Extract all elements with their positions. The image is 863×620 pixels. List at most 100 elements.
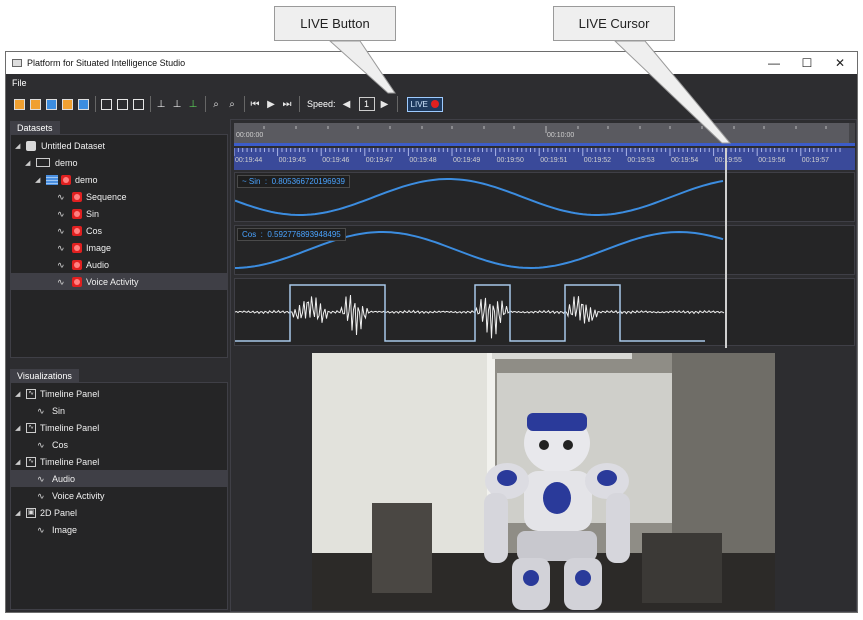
tree-node-stream[interactable]: ∿ Audio [11, 256, 227, 273]
timeline-panel-icon: ∿ [26, 422, 36, 433]
toolbar-separator [244, 96, 245, 112]
zoom-to-session-icon[interactable]: ⌕ [209, 97, 223, 111]
speed-value: 1 [358, 97, 375, 111]
tab-label: Visualizations [17, 370, 72, 381]
move-to-start-icon[interactable]: ⏮ [248, 97, 262, 111]
collapse-icon[interactable]: ◢ [35, 176, 43, 184]
node-label: Voice Activity [86, 276, 139, 287]
recording-icon [72, 259, 82, 270]
decrease-speed-icon[interactable]: ◀ [340, 97, 354, 111]
add-timeline-panel-icon[interactable] [99, 97, 113, 111]
visualizer-wave-icon: ∿ [37, 524, 45, 535]
stream-wave-icon: ∿ [57, 242, 65, 253]
collapse-icon[interactable]: ◢ [15, 458, 23, 466]
live-button[interactable]: LIVE [406, 96, 443, 112]
recording-icon [72, 191, 82, 202]
timeline-tick-label: 00:19:51 [540, 157, 568, 164]
live-button-label: LIVE [410, 99, 428, 109]
timeline-tick-label: 00:19:55 [714, 157, 742, 164]
toolbar-separator [95, 96, 96, 112]
tree-node-stream[interactable]: ∿ Sequence [11, 188, 227, 205]
timeline-tick-label: 00:19:54 [671, 157, 699, 164]
tab-datasets[interactable]: Datasets [10, 121, 60, 134]
collapse-icon[interactable]: ◢ [15, 509, 23, 517]
audio-timeline-panel[interactable] [234, 278, 855, 346]
sin-timeline-panel[interactable]: ~ Sin : 0.805366720196939 [234, 172, 855, 222]
toolbar-separator [150, 96, 151, 112]
menu-file[interactable]: File [12, 78, 27, 88]
timeline-tick-label: 00:19:48 [409, 157, 437, 164]
visualizer-wave-icon: ∿ [37, 439, 45, 450]
timeline-tick-label: 00:19:52 [583, 157, 612, 164]
add-3d-panel-icon[interactable] [131, 97, 145, 111]
tree-node-visualizer[interactable]: ∿ Sin [11, 402, 227, 419]
zoom-to-selection-icon[interactable]: ⌕ [225, 97, 239, 111]
speed-label: Speed: [307, 99, 336, 109]
navigator-strip[interactable]: 00:00:00 00:10:00 [234, 123, 855, 146]
recording-icon [72, 225, 82, 236]
tree-node-visualizer[interactable]: ∿ Image [11, 521, 227, 538]
tree-node-2d-panel[interactable]: ◢ ▣ 2D Panel [11, 504, 227, 521]
live-indicator-icon [430, 100, 439, 108]
tree-node-visualizer[interactable]: ∿ Voice Activity [11, 487, 227, 504]
recording-icon [61, 174, 71, 185]
stream-wave-icon: ∿ [57, 225, 65, 236]
app-window: Platform for Situated Intelligence Studi… [5, 51, 858, 613]
tree-node-timeline-panel[interactable]: ◢ ∿ Timeline Panel [11, 385, 227, 402]
move-to-end-icon[interactable]: ⏭ [280, 97, 294, 111]
maximize-button[interactable]: ☐ [790, 52, 824, 74]
tree-node-stream-selected[interactable]: ∿ Voice Activity [11, 273, 227, 290]
node-label: Cos [86, 225, 103, 236]
sin-legend: ~ Sin : 0.805366720196939 [237, 175, 350, 188]
collapse-icon[interactable]: ◢ [15, 424, 23, 432]
save-dataset-icon[interactable] [44, 97, 58, 111]
node-label: Timeline Panel [40, 422, 100, 433]
navigator-mid-label: 00:10:00 [547, 132, 575, 139]
play-icon[interactable]: ▶ [264, 97, 278, 111]
tree-node-stream[interactable]: ∿ Image [11, 239, 227, 256]
recording-icon [72, 242, 82, 253]
collapse-icon[interactable]: ◢ [15, 142, 23, 150]
tree-node-dataset[interactable]: ◢ Untitled Dataset [11, 137, 227, 154]
close-button[interactable]: ✕ [823, 52, 857, 74]
stream-wave-icon: ∿ [57, 208, 65, 219]
collapse-icon[interactable]: ◢ [25, 159, 33, 167]
selection-end-icon[interactable]: ⊥ [186, 97, 200, 111]
tree-node-session[interactable]: ◢ demo [11, 171, 227, 188]
node-label: Sequence [86, 191, 127, 202]
navigator-range-bar [234, 143, 855, 146]
add-2d-panel-icon[interactable] [115, 97, 129, 111]
callout-text: LIVE Cursor [578, 16, 650, 31]
live-cursor[interactable] [725, 148, 727, 348]
toolbar-separator [396, 96, 398, 112]
datasets-tree: ◢ Untitled Dataset ◢ demo ◢ demo ∿ Seque… [10, 134, 228, 358]
open-dataset-icon[interactable] [28, 97, 42, 111]
tree-node-stream[interactable]: ∿ Cos [11, 222, 227, 239]
increase-speed-icon[interactable]: ▶ [378, 97, 392, 111]
tab-visualizations[interactable]: Visualizations [10, 369, 79, 382]
camera-image [312, 353, 775, 610]
cos-timeline-panel[interactable]: Cos : 0.592776893948495 [234, 225, 855, 275]
timeline-ruler[interactable]: 00:19:44 00:19:45 00:19:46 00:19:47 00:19:48… [234, 148, 855, 170]
toolbar: ⊥ ⊥ ⊥ ⌕ ⌕ ⏮ ▶ ⏭ Speed: ◀ 1 ▶ LIVE [6, 91, 857, 117]
timeline-panel-icon: ∿ [26, 388, 36, 399]
tree-node-timeline-panel[interactable]: ◢ ∿ Timeline Panel [11, 419, 227, 436]
app-icon [12, 59, 22, 67]
save-layout-icon[interactable] [76, 97, 90, 111]
tree-node-partition[interactable]: ◢ demo [11, 154, 227, 171]
tree-node-visualizer-selected[interactable]: ∿ Audio [11, 470, 227, 487]
node-label: demo [55, 157, 78, 168]
collapse-icon[interactable]: ◢ [15, 390, 23, 398]
timeline-tick-label: 00:19:50 [496, 157, 524, 164]
tree-node-visualizer[interactable]: ∿ Cos [11, 436, 227, 453]
minimize-button[interactable]: — [757, 52, 791, 74]
window-title: Platform for Situated Intelligence Studi… [27, 58, 186, 68]
new-dataset-icon[interactable] [12, 97, 26, 111]
open-layout-icon[interactable] [60, 97, 74, 111]
selection-start-icon[interactable]: ⊥ [170, 97, 184, 111]
tree-node-timeline-panel[interactable]: ◢ ∿ Timeline Panel [11, 453, 227, 470]
tree-node-stream[interactable]: ∿ Sin [11, 205, 227, 222]
image-2d-panel[interactable] [234, 350, 855, 610]
node-label: Cos [52, 439, 69, 450]
absolute-timing-icon[interactable]: ⊥ [154, 97, 168, 111]
